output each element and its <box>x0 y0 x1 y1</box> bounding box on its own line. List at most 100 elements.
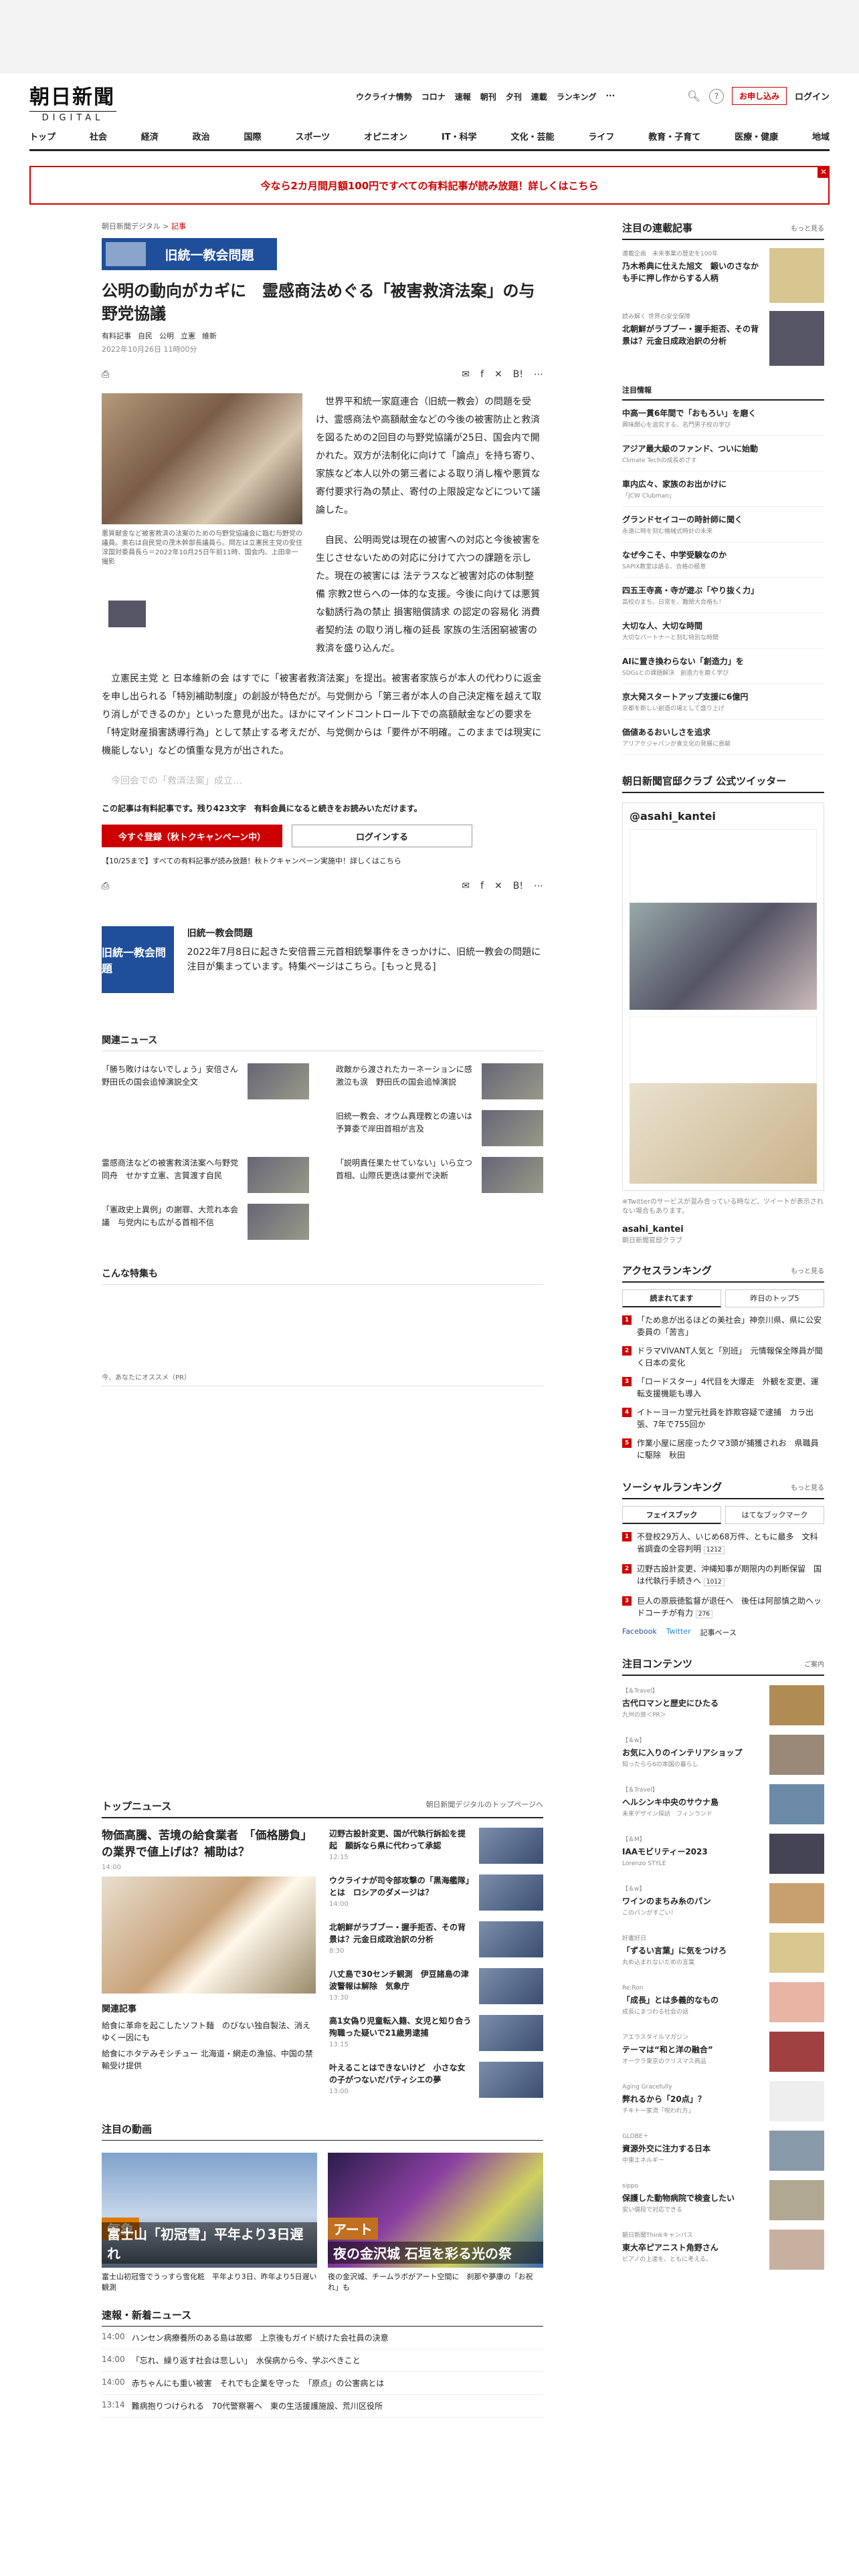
photo-thumbnail[interactable] <box>108 601 146 627</box>
ranking-item[interactable]: 2 ドラマVIVANT人気と「別班」 元情報保全隊員が聞く日本の変化 <box>622 1345 824 1369</box>
top-news-related-item[interactable]: 給食に革命を起こしたソフト麺 のびない独自製法、消えゆく一因にも <box>102 2020 316 2044</box>
more-icon[interactable]: ⋯ <box>534 369 543 380</box>
info-item[interactable]: グランドセイコーの時計師に聞く 永遠に時を刻む機械式時計の未来 <box>622 507 824 542</box>
info-item[interactable]: アジア最大級のファンド、ついに始動 Climate Techの成長めざす <box>622 436 824 471</box>
tag[interactable]: 公明 <box>159 330 174 341</box>
top-news-lead-image[interactable] <box>102 1876 316 1994</box>
campaign-banner[interactable]: 今なら2カ月間月額100円ですべての有料記事が読み放題！詳しくはこちら ✕ <box>29 166 830 205</box>
content-item[interactable]: Re:Ron 「成長」とは多義的なもの 成長にまつわる社会の話 <box>622 1982 824 2022</box>
flash-item[interactable]: 14:00 赤ちゃんにも重い被害 それでも企業を守った 「原点」の公害病とは <box>102 2372 543 2395</box>
subscribe-button[interactable]: お申し込み <box>731 87 787 105</box>
more-icon[interactable]: ⋯ <box>534 881 543 891</box>
top-news-link[interactable]: 朝日新聞デジタルのトップページへ <box>425 1799 543 1813</box>
login-link[interactable]: ログイン <box>795 90 830 102</box>
quick-link-more[interactable]: ··· <box>605 91 615 102</box>
flash-item[interactable]: 14:00 ハンセン病療養所のある島は故郷 上京後もガイド続けた会社員の決意 <box>102 2327 543 2349</box>
tab-hatena[interactable]: はてなブックマーク <box>725 1506 824 1524</box>
nav-item[interactable]: スポーツ <box>295 130 330 142</box>
content-item[interactable]: 【＆Travel】 ヘルシンキ中央のサウナ島 未来デザイン探訪 フィンランド <box>622 1784 824 1824</box>
nav-item[interactable]: 地域 <box>812 130 830 142</box>
quick-link[interactable]: 連載 <box>531 91 547 102</box>
content-item[interactable]: 【＆w】 ワインのまちみ糸のパン このパンがすごい！ <box>622 1883 824 1923</box>
nav-item[interactable]: トップ <box>29 130 56 142</box>
twitter-icon[interactable]: ✕ <box>494 369 502 380</box>
mail-icon[interactable]: ✉ <box>462 881 470 891</box>
facebook-link[interactable]: Facebook <box>622 1627 657 1638</box>
register-button[interactable]: 今すぐ登録（秋トクキャンペーン中） <box>102 825 282 847</box>
quick-link[interactable]: 速報 <box>455 91 471 102</box>
top-news-item[interactable]: 高1女偽り児童転入籍、女児と知り合う 殉職った疑いで21歳男逮捕 13:15 <box>329 2015 543 2051</box>
content-item[interactable]: 朝日新聞Thinkキャンパス 東大卒ピアニスト角野さん ピアノの上達を、ともに考える… <box>622 2230 824 2270</box>
info-item[interactable]: 価値あるおいしさを追求 アリアケジャパンが食文化の発展に貢献 <box>622 720 824 755</box>
print-icon[interactable]: ⎙ <box>102 369 109 380</box>
article-base-link[interactable]: 記事ベース <box>700 1627 737 1638</box>
nav-item[interactable]: 経済 <box>141 130 159 142</box>
nav-item[interactable]: IT・科学 <box>442 130 477 142</box>
content-item[interactable]: Aging Gracefully 弊れるから「20点」？ チキト一家流「呪われ方」 <box>622 2081 824 2121</box>
related-item[interactable]: 政敵から渡されたカーネーションに感激泣も涙 野田氏の国会追悼演説 <box>336 1063 543 1099</box>
tweet-image[interactable] <box>630 1083 817 1184</box>
twitter-account[interactable]: @asahi_kantei <box>630 810 817 823</box>
nav-item[interactable]: ライフ <box>588 130 614 142</box>
top-news-related-item[interactable]: 給食にホタテみそシチュー 北海道・網走の漁協、中国の禁輸受け提供 <box>102 2048 316 2072</box>
nav-item[interactable]: 社会 <box>90 130 107 142</box>
campaign-note[interactable]: 【10/25まで】すべての有料記事が読み放題！秋トクキャンペーン実施中！詳しくは… <box>102 855 543 866</box>
print-icon[interactable]: ⎙ <box>102 881 109 891</box>
series-item[interactable]: 連載企画 未来事業の歴史を100年 乃木希典に仕えた旭文 鍛いのさなかも手に押し作… <box>622 248 824 303</box>
close-icon[interactable]: ✕ <box>818 166 830 178</box>
related-item[interactable]: 「勝ち敗けはないでしょう」安倍さん 野田氏の国会追悼演説全文 <box>102 1063 309 1099</box>
video-card[interactable]: アート 夜の金沢城 石垣を彩る光の祭 夜の金沢城、チームラボがアート空間に 刹那… <box>328 2153 543 2293</box>
nav-item[interactable]: 国際 <box>244 130 262 142</box>
help-icon[interactable]: ? <box>708 88 724 104</box>
content-item[interactable]: 【＆Travel】 古代ロマンと歴史にひたる 九州の旅＜PR＞ <box>622 1685 824 1725</box>
tab-read[interactable]: 読まれてます <box>622 1289 721 1307</box>
nav-item[interactable]: 医療・健康 <box>735 130 778 142</box>
nav-item[interactable]: 政治 <box>193 130 210 142</box>
content-item[interactable]: 好書好日 「ずるい言葉」に気をつけろ 丸め込まれないための言葉 <box>622 1933 824 1973</box>
series-item[interactable]: 読み解く 世界の安全保障 北朝鮮がラブブー・握手拒否、その背景は？元金日成政治訳の… <box>622 311 824 366</box>
series-heading[interactable]: 注目の連載記事 <box>622 221 692 235</box>
hatena-icon[interactable]: B! <box>513 881 523 891</box>
ranking-item[interactable]: 4 イトーヨーカ堂元社員を詐欺容疑で逮捕 カラ出張、7年で755回か <box>622 1406 824 1430</box>
top-news-lead[interactable]: 物価高騰、苦境の給食業者 「価格勝負」の業界で値上げは？補助は？ <box>102 1828 316 1861</box>
social-item[interactable]: 3 巨人の原辰徳監督が退任へ 後任は阿部慎之助ヘッドコーチが有力 276 <box>622 1595 824 1620</box>
facebook-icon[interactable]: f <box>480 881 484 891</box>
facebook-icon[interactable]: f <box>480 369 484 380</box>
content-item[interactable]: 【＆w】 お気に入りのインテリアショップ 知ったらら6の本国の暮らし <box>622 1735 824 1775</box>
quick-link[interactable]: 夕刊 <box>506 91 522 102</box>
related-item[interactable]: 「憲政史上異例」の謝罪、大荒れ本会議 与党内にも広がる首相不信 <box>102 1204 309 1240</box>
twitter-widget[interactable]: @asahi_kantei <box>622 802 824 1191</box>
top-news-item[interactable]: 北朝鮮がラブブー・握手拒否、その背景は？元金日成政治訳の分析 8:30 <box>329 1921 543 1957</box>
quick-link[interactable]: 朝刊 <box>480 91 496 102</box>
flash-item[interactable]: 14:00 「忘れ、繰り返す社会は悲しい」 水俣病から今、学ぶべきこと <box>102 2349 543 2372</box>
quick-link[interactable]: ランキング <box>557 91 597 102</box>
related-item[interactable]: 霊感商法などの被害救済法案へ与野党同舟 せかす立憲、言質渡す自民 <box>102 1157 309 1193</box>
login-button[interactable]: ログインする <box>292 825 472 847</box>
info-item[interactable]: 京大発スタートアップ支援に6億円 京都を新しい創造の場として盛り上げ <box>622 684 824 720</box>
social-item[interactable]: 1 不登校29万人、いじめ68万件、ともに最多 文科省調査の全容判明 1212 <box>622 1531 824 1556</box>
ranking-item[interactable]: 5 作業小屋に居座ったクマ3頭が捕獲されお 県職員に駆除 秋田 <box>622 1437 824 1461</box>
related-item[interactable] <box>102 1110 309 1146</box>
nav-item[interactable]: 教育・子育て <box>648 130 700 142</box>
article-photo[interactable] <box>102 393 302 524</box>
nav-item[interactable]: オピニオン <box>364 130 407 142</box>
top-news-item[interactable]: ウクライナが司令部攻撃の「黒海艦隊」とは ロシアのダメージは？ 14:00 <box>329 1874 543 1911</box>
top-news-item[interactable]: 叶えることはできないけど 小さな女の子がつないだパティシエの夢 13:00 <box>329 2062 543 2098</box>
tag[interactable]: 自民 <box>138 330 153 341</box>
ranking-item[interactable]: 1 「ため息が出るほどの美社会」神奈川県、県に公安委員の「苦言」 <box>622 1314 824 1338</box>
related-item[interactable]: 旧統一教会、オウム真理教との違いは 予算委で岸田首相が言及 <box>336 1110 543 1146</box>
nav-item[interactable]: 文化・芸能 <box>510 130 554 142</box>
tab-yesterday[interactable]: 昨日のトップ5 <box>725 1289 824 1307</box>
content-item[interactable]: GLOBE＋ 資源外交に注力する日本 中東エネルギー <box>622 2131 824 2171</box>
mail-icon[interactable]: ✉ <box>462 369 470 380</box>
topic-banner[interactable]: 旧統一教会問題 <box>102 238 277 270</box>
search-icon[interactable]: 🔍︎ <box>686 89 701 104</box>
tag[interactable]: 立憲 <box>181 330 195 341</box>
flash-item[interactable]: 13:14 難病抱りつけられる 70代警察署へ 東の生活援護施設、荒川区役所 <box>102 2395 543 2418</box>
info-item[interactable]: 大切な人、大切な時間 大切なパートナーと刻む特別な時間 <box>622 613 824 649</box>
quick-link[interactable]: ウクライナ情勢 <box>356 91 412 102</box>
tag[interactable]: 有料記事 <box>102 330 131 341</box>
info-item[interactable]: 中高一貫6年間で「おもろい」を磨く 興味関心を追究する、名門男子校の学び <box>622 401 824 436</box>
top-news-item[interactable]: 八丈島で30センチ観測 伊豆諸島の津波警報は解除 気象庁 13:30 <box>329 1968 543 2004</box>
feature-block[interactable]: 旧統一教会問題 旧統一教会問題 2022年7月8日に起きた安倍晋三元首相銃撃事件… <box>102 926 543 993</box>
